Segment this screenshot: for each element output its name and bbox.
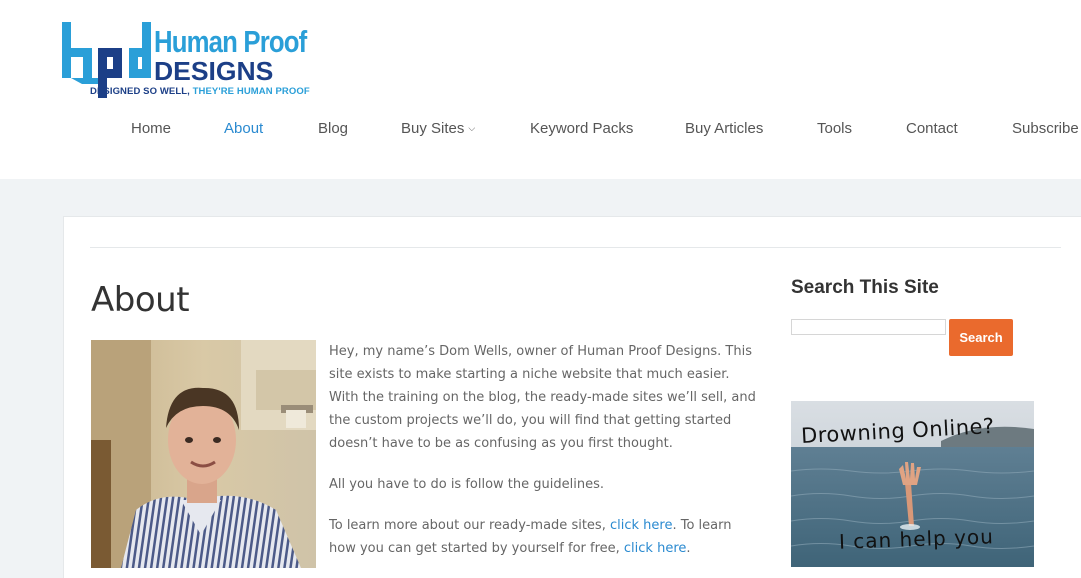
learn-more-text-1: To learn more about our ready-made sites…	[329, 518, 610, 533]
learn-more-paragraph: To learn more about our ready-made sites…	[329, 514, 761, 560]
search-input[interactable]	[791, 319, 946, 335]
nav-item-home[interactable]: Home	[131, 120, 171, 137]
nav-item-tools[interactable]: Tools	[817, 120, 852, 137]
chevron-down-icon: ⌵	[468, 123, 476, 133]
site-header: Human Proof DESIGNS DESIGNED SO WELL, TH…	[0, 0, 1081, 179]
logo-text-human-proof: Human Proof	[154, 24, 307, 59]
ready-made-sites-link[interactable]: click here	[610, 518, 672, 533]
learn-more-text-3: .	[686, 541, 691, 556]
page-title: About	[91, 280, 190, 320]
nav-item-blog[interactable]: Blog	[318, 120, 348, 137]
content-divider	[90, 247, 1061, 248]
get-started-free-link[interactable]: click here	[624, 541, 686, 556]
nav-item-keyword-packs[interactable]: Keyword Packs	[530, 120, 633, 137]
nav-item-buy-sites-label: Buy Sites	[401, 120, 465, 137]
nav-item-about[interactable]: About	[224, 120, 263, 137]
nav-item-buy-articles[interactable]: Buy Articles	[685, 120, 763, 137]
nav-item-contact[interactable]: Contact	[906, 120, 958, 137]
about-intro-paragraph: Hey, my name’s Dom Wells, owner of Human…	[329, 344, 756, 451]
search-widget-title: Search This Site	[791, 277, 939, 298]
logo-tagline-part2: THEY'RE HUMAN PROOF	[192, 86, 310, 97]
logo-tagline: DESIGNED SO WELL, THEY'RE HUMAN PROOF	[90, 86, 310, 97]
site-logo[interactable]: Human Proof DESIGNS DESIGNED SO WELL, TH…	[62, 22, 337, 100]
nav-item-buy-sites[interactable]: Buy Sites ⌵	[401, 120, 475, 137]
logo-tagline-part1: DESIGNED SO WELL,	[90, 86, 193, 97]
author-photo	[91, 340, 316, 568]
nav-item-subscribe[interactable]: Subscribe	[1012, 120, 1079, 137]
guidelines-paragraph: All you have to do is follow the guideli…	[329, 477, 604, 492]
search-button[interactable]: Search	[949, 319, 1013, 356]
drowning-online-banner[interactable]: Drowning Online? I can help you	[791, 401, 1034, 567]
logo-text-designs: DESIGNS	[154, 56, 274, 86]
